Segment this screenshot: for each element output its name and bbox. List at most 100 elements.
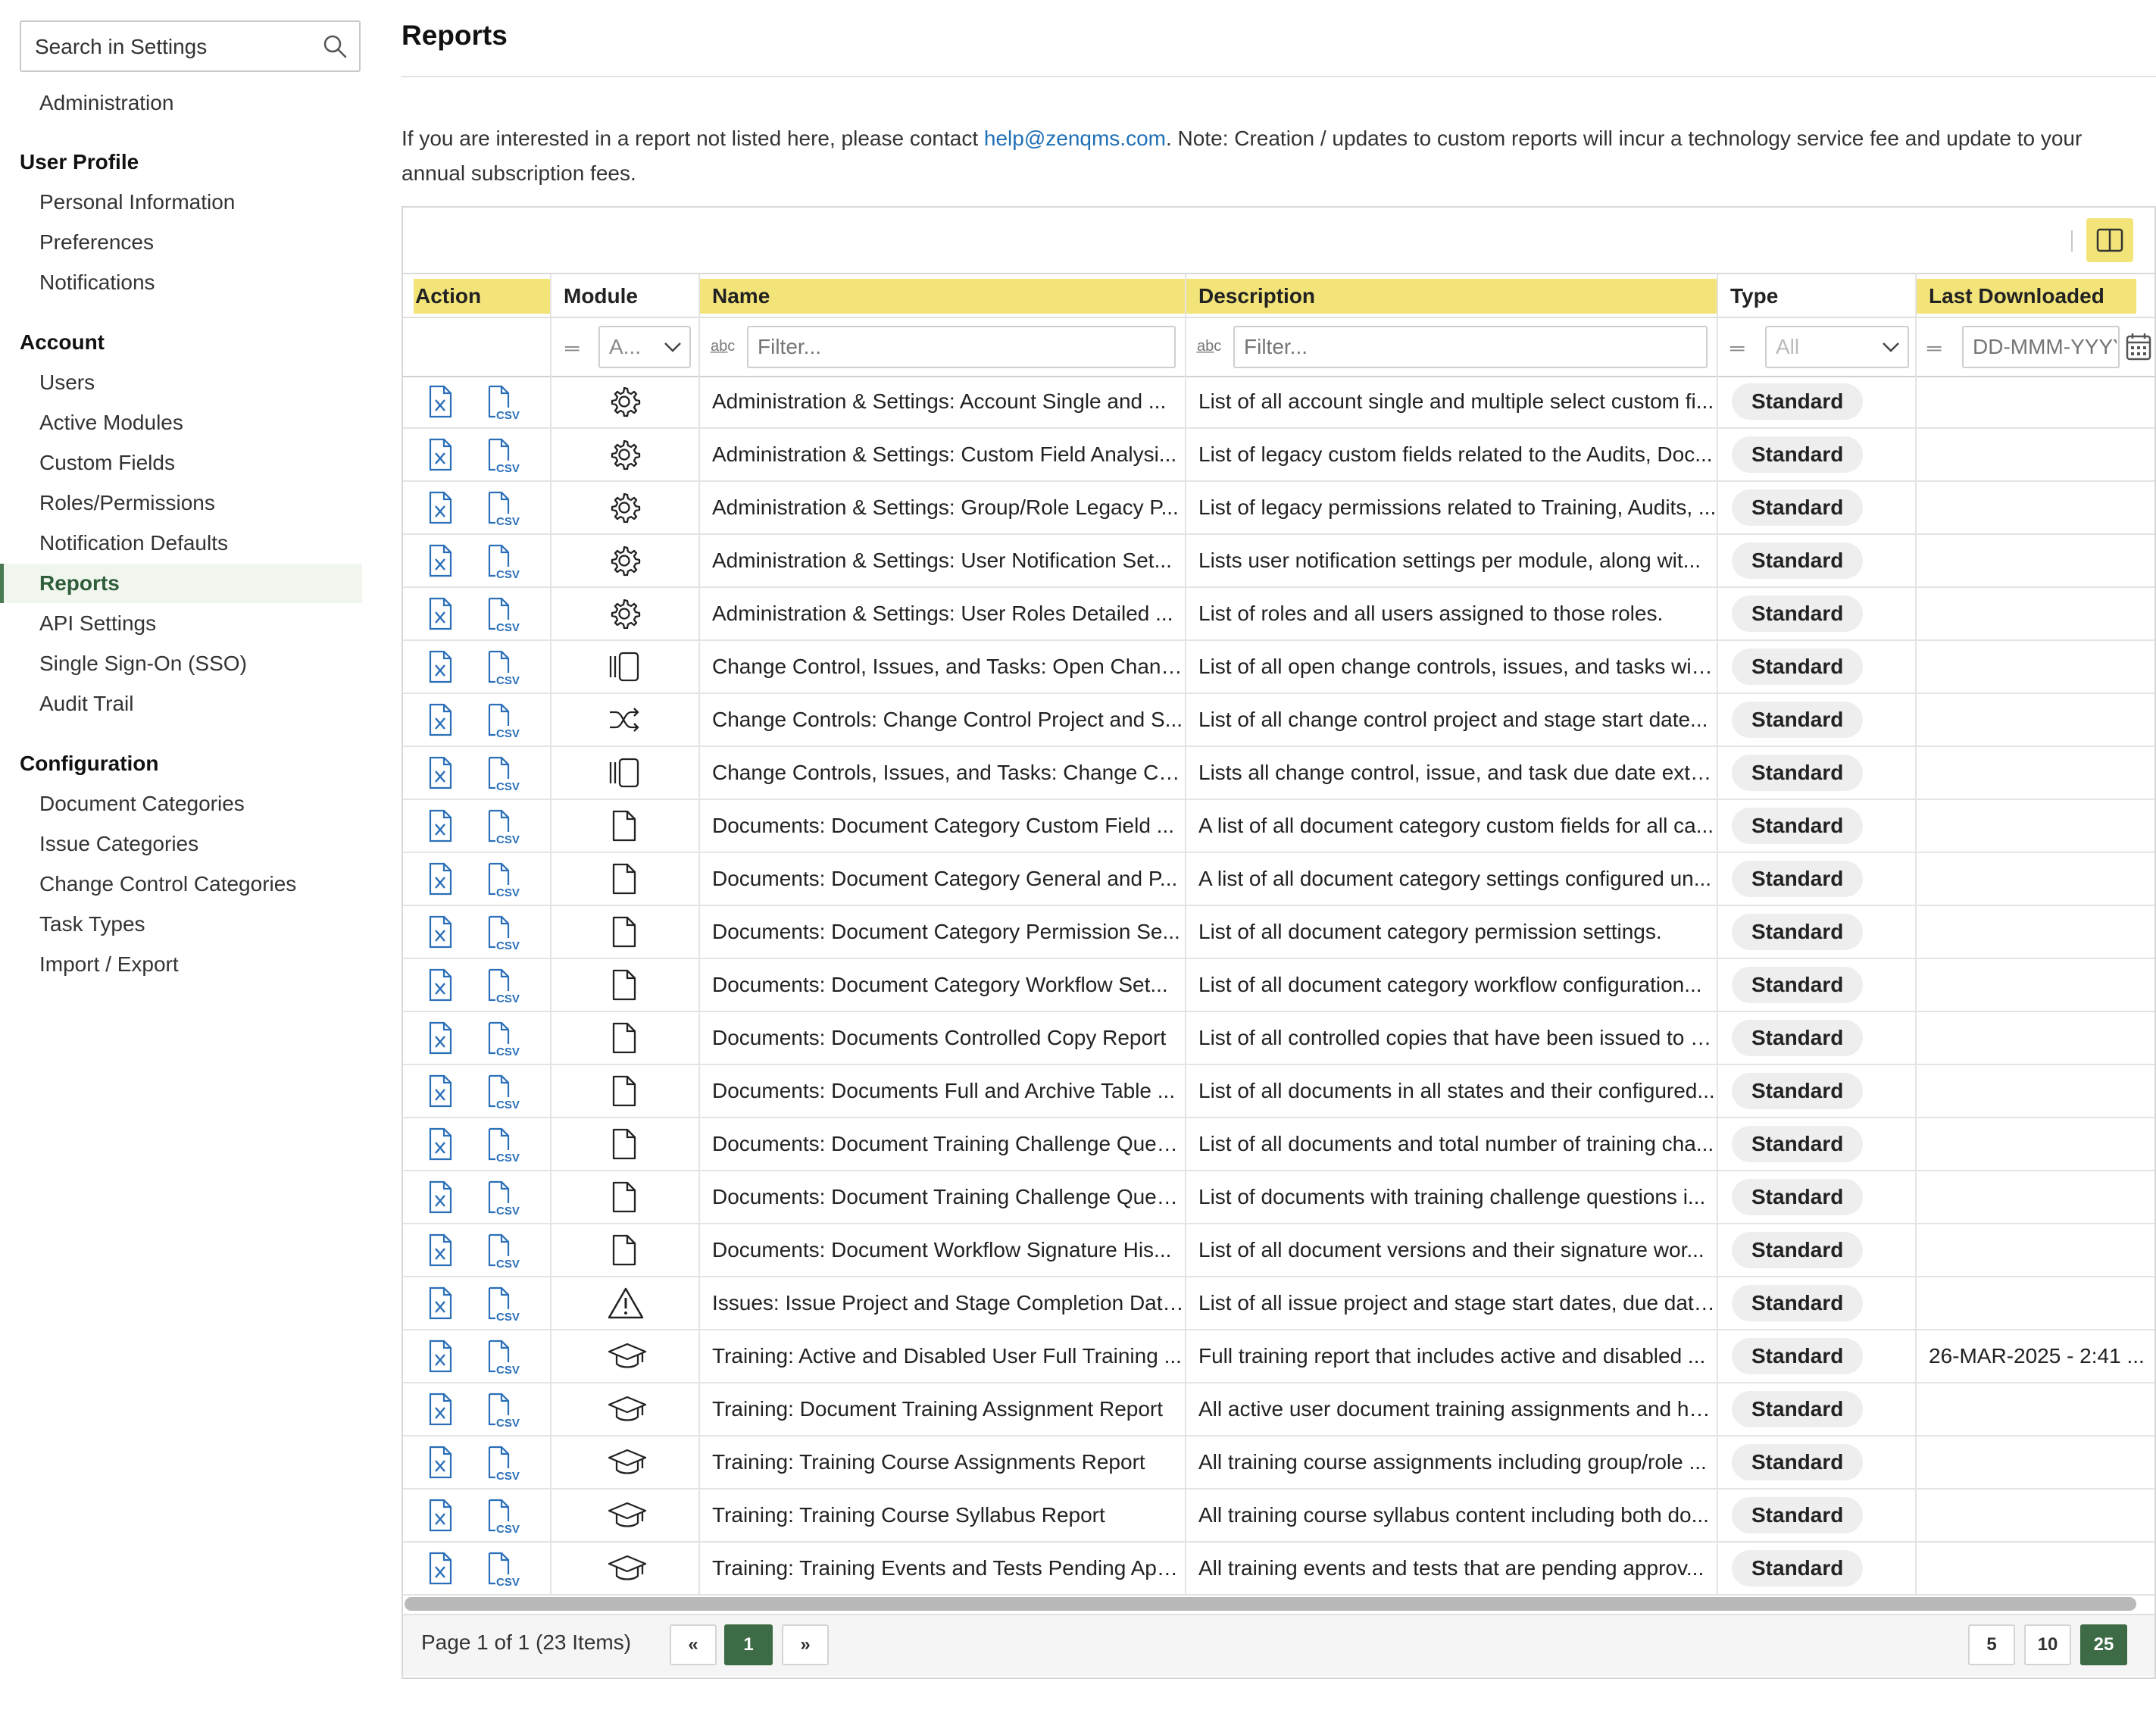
excel-icon[interactable] [427,1286,453,1330]
csv-icon[interactable]: CSV [486,438,521,482]
excel-icon[interactable] [427,1127,453,1171]
type-filter-select[interactable]: All [1765,326,1909,368]
csv-icon[interactable]: CSV [486,491,521,535]
horizontal-scrollbar[interactable] [405,1597,2136,1611]
equals-operator-icon[interactable]: ═ [1927,336,1941,360]
sidebar-item-change-control-categories[interactable]: Change Control Categories [0,864,362,904]
sidebar-item-task-types[interactable]: Task Types [0,905,362,944]
table-row: CSV Documents: Documents Controlled Copy … [403,1012,2154,1065]
settings-search-input[interactable] [33,31,317,63]
previous-page-button[interactable]: « [670,1624,717,1665]
csv-icon[interactable]: CSV [486,1393,521,1436]
help-email-link[interactable]: help@zenqms.com [984,127,1166,150]
excel-icon[interactable] [427,1340,453,1383]
csv-icon[interactable]: CSV [486,915,521,959]
csv-icon[interactable]: CSV [486,862,521,906]
column-header-action[interactable]: Action [403,274,551,318]
sidebar-item-single-sign-on-sso[interactable]: Single Sign-On (SSO) [0,644,362,683]
csv-icon[interactable]: CSV [486,1286,521,1330]
excel-icon[interactable] [427,1233,453,1277]
sidebar-item-document-categories[interactable]: Document Categories [0,784,362,824]
page-size-5-button[interactable]: 5 [1968,1624,2015,1665]
excel-icon[interactable] [427,915,453,959]
column-header-module[interactable]: Module [551,274,700,318]
csv-icon[interactable]: CSV [486,544,521,588]
sidebar-item-reports[interactable]: Reports [0,564,362,603]
csv-icon[interactable]: CSV [486,968,521,1012]
sidebar-item-active-modules[interactable]: Active Modules [0,403,362,442]
csv-icon[interactable]: CSV [486,1499,521,1543]
csv-icon[interactable]: CSV [486,1340,521,1383]
excel-icon[interactable] [427,1552,453,1596]
excel-icon[interactable] [427,756,453,800]
csv-icon[interactable]: CSV [486,1021,521,1065]
text-filter-icon[interactable]: a̲b̲c [711,338,735,355]
excel-icon[interactable] [427,703,453,747]
page-size-25-button[interactable]: 25 [2080,1624,2127,1665]
excel-icon[interactable] [427,650,453,694]
sidebar-item-audit-trail[interactable]: Audit Trail [0,684,362,724]
sidebar-item-preferences[interactable]: Preferences [0,223,362,262]
csv-icon[interactable]: CSV [486,756,521,800]
sidebar-item-issue-categories[interactable]: Issue Categories [0,824,362,864]
equals-operator-icon[interactable]: ═ [1730,336,1744,360]
name-filter-input[interactable] [747,326,1176,368]
sidebar-item-administration[interactable]: Administration [0,83,362,123]
excel-icon[interactable] [427,862,453,906]
text-filter-icon[interactable]: a̲b̲c [1197,338,1221,355]
column-header-type[interactable]: Type [1718,274,1917,318]
description-filter-input[interactable] [1233,326,1708,368]
column-chooser-button[interactable] [2086,218,2133,262]
excel-icon[interactable] [427,597,453,641]
excel-icon[interactable] [427,1499,453,1543]
sidebar-item-api-settings[interactable]: API Settings [0,604,362,643]
csv-icon[interactable]: CSV [486,1074,521,1118]
status-badge: Standard [1732,1019,1864,1056]
next-page-button[interactable]: » [782,1624,829,1665]
csv-icon[interactable]: CSV [486,809,521,853]
csv-icon[interactable]: CSV [486,1127,521,1171]
page-size-10-button[interactable]: 10 [2024,1624,2071,1665]
excel-icon[interactable] [427,1393,453,1436]
page-1-button[interactable]: 1 [724,1624,773,1665]
search-icon[interactable] [321,33,348,64]
csv-icon[interactable]: CSV [486,1180,521,1224]
status-badge: Standard [1732,807,1864,844]
excel-icon[interactable] [427,1021,453,1065]
excel-icon[interactable] [427,1180,453,1224]
csv-icon[interactable]: CSV [486,650,521,694]
csv-icon[interactable]: CSV [486,385,521,429]
csv-icon[interactable]: CSV [486,703,521,747]
csv-icon[interactable]: CSV [486,1233,521,1277]
excel-icon[interactable] [427,1446,453,1490]
status-badge: Standard [1732,1231,1864,1268]
sidebar-item-users[interactable]: Users [0,363,362,402]
module-cell [551,959,700,1012]
excel-icon[interactable] [427,809,453,853]
sidebar-item-roles-permissions[interactable]: Roles/Permissions [0,483,362,523]
date-filter-input[interactable] [1962,326,2120,368]
equals-operator-icon[interactable]: ═ [565,336,579,360]
excel-icon[interactable] [427,491,453,535]
excel-icon[interactable] [427,385,453,429]
sidebar-item-personal-information[interactable]: Personal Information [0,183,362,222]
column-header-last-downloaded[interactable]: Last Downloaded [1917,274,2154,318]
last-downloaded-cell: 26-MAR-2025 - 2:41 ... [1929,1344,2145,1368]
excel-icon[interactable] [427,544,453,588]
excel-icon[interactable] [427,968,453,1012]
module-filter-select[interactable]: A... [598,326,691,368]
csv-icon[interactable]: CSV [486,1552,521,1596]
excel-icon[interactable] [427,1074,453,1118]
calendar-icon[interactable] [2126,332,2151,362]
csv-icon[interactable]: CSV [486,597,521,641]
sidebar-item-custom-fields[interactable]: Custom Fields [0,443,362,483]
column-header-description[interactable]: Description [1186,274,1718,318]
sidebar-item-notification-defaults[interactable]: Notification Defaults [0,524,362,563]
excel-icon[interactable] [427,438,453,482]
description-cell: Lists all change control, issue, and tas… [1186,747,1718,800]
column-header-name[interactable]: Name [700,274,1186,318]
settings-search-box[interactable] [20,20,361,72]
csv-icon[interactable]: CSV [486,1446,521,1490]
sidebar-item-notifications[interactable]: Notifications [0,263,362,302]
sidebar-item-import-export[interactable]: Import / Export [0,945,362,984]
